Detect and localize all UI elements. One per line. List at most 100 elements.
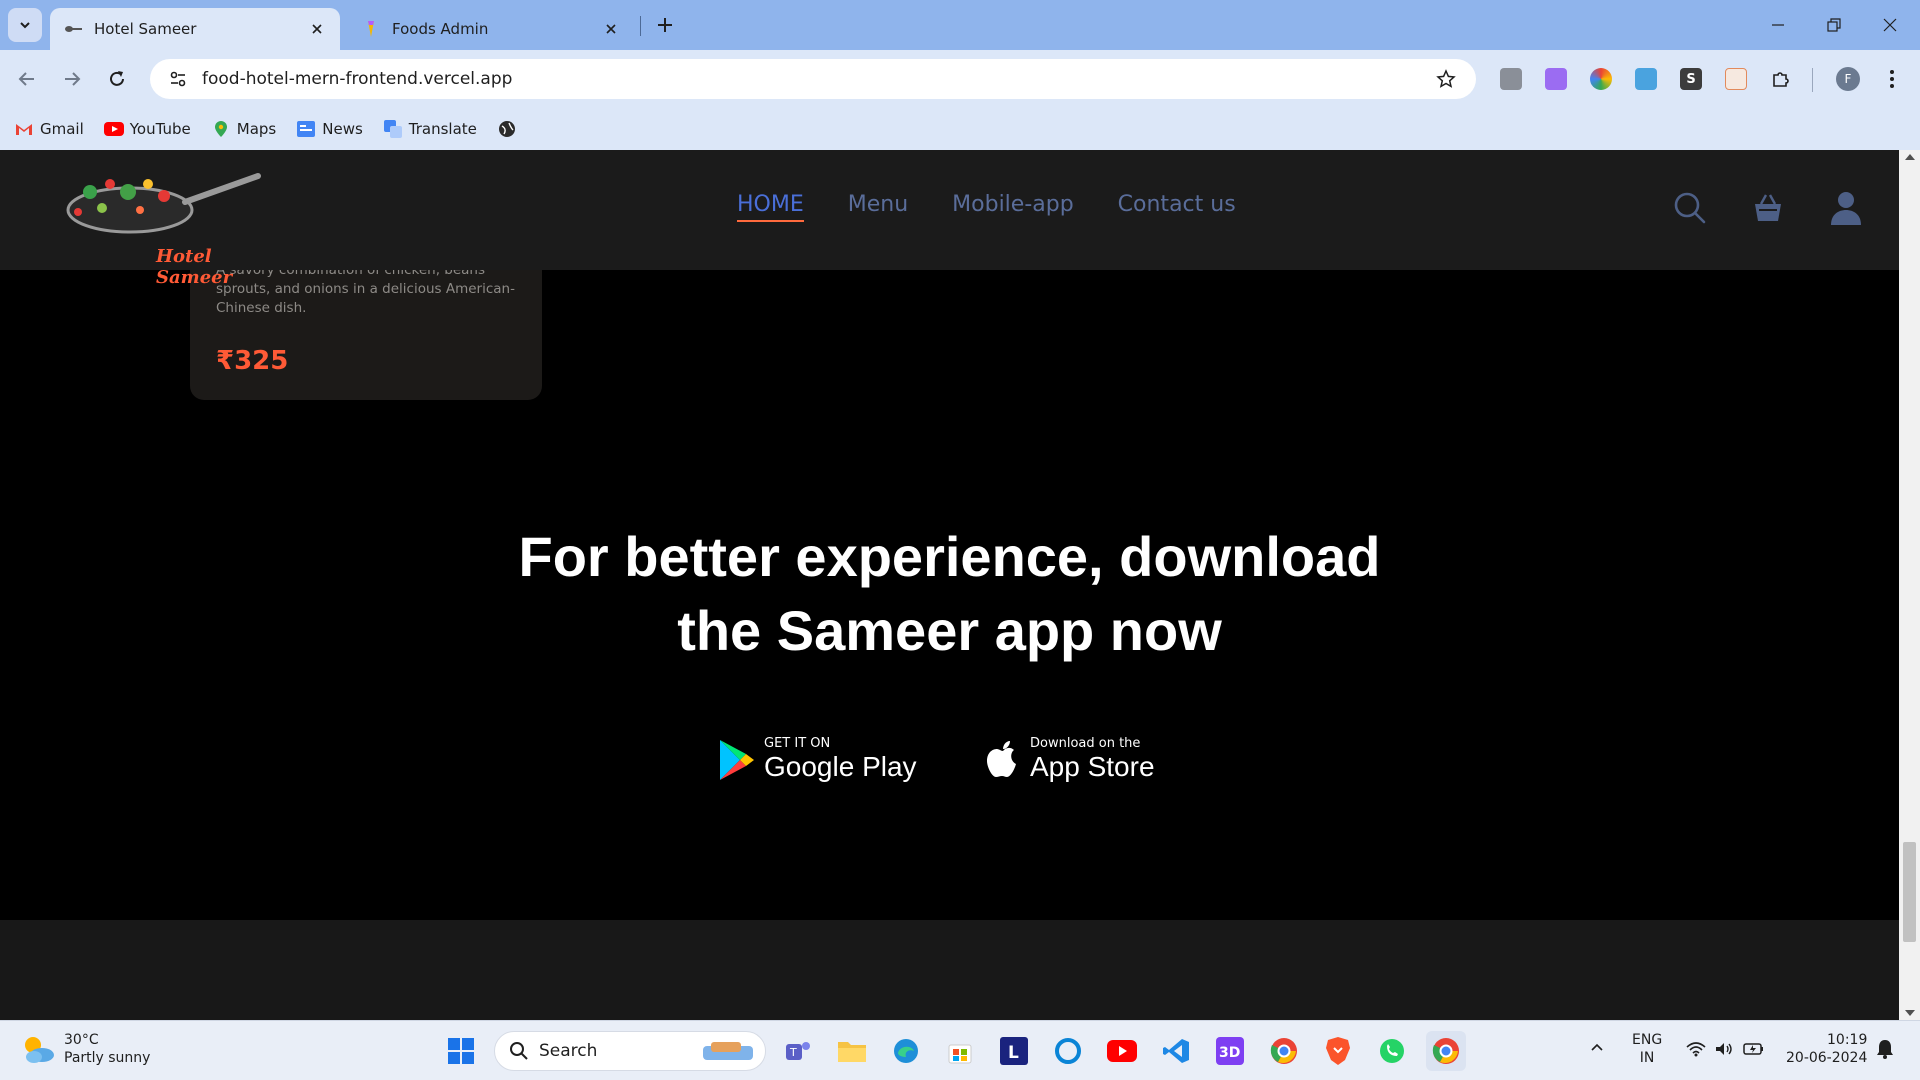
l-app-icon[interactable]: L xyxy=(994,1031,1034,1071)
scroll-up-arrow-icon[interactable] xyxy=(1905,154,1915,160)
extension-cloud-icon[interactable] xyxy=(1635,68,1657,90)
address-bar[interactable]: food-hotel-mern-frontend.vercel.app xyxy=(150,59,1476,99)
google-play-button[interactable]: GET IT ON Google Play xyxy=(718,730,917,790)
window-close-button[interactable] xyxy=(1862,0,1918,50)
chrome-active-window-icon[interactable] xyxy=(1426,1031,1466,1071)
tab-foods-admin[interactable]: Foods Admin xyxy=(348,8,634,50)
taskbar-search[interactable]: Search xyxy=(494,1031,766,1071)
site-info-icon[interactable] xyxy=(158,69,198,89)
main-nav: HOME Menu Mobile-app Contact us xyxy=(737,192,1280,222)
weather-desc: Partly sunny xyxy=(64,1050,151,1066)
search-highlight-icon xyxy=(703,1042,753,1060)
tab-search-button[interactable] xyxy=(8,8,42,42)
svg-text:3D: 3D xyxy=(1219,1045,1240,1061)
reload-button[interactable] xyxy=(100,62,134,96)
hotel-logo[interactable]: Hotel Sameer xyxy=(60,162,270,288)
extension-gradient-icon[interactable] xyxy=(1545,68,1567,90)
google-play-small-text: GET IT ON xyxy=(764,736,831,751)
bookmark-translate[interactable]: Translate xyxy=(383,119,477,139)
youtube-app-icon[interactable] xyxy=(1102,1031,1142,1071)
language-indicator[interactable]: ENG IN xyxy=(1632,1031,1662,1067)
restore-button[interactable] xyxy=(1806,0,1862,50)
forward-button[interactable] xyxy=(55,62,89,96)
system-status[interactable] xyxy=(1686,1041,1765,1062)
maps-pin-icon xyxy=(211,119,231,139)
scroll-thumb[interactable] xyxy=(1903,842,1916,942)
search-icon[interactable] xyxy=(1670,188,1710,228)
nav-mobile-app[interactable]: Mobile-app xyxy=(952,192,1074,222)
windows-logo-icon xyxy=(448,1038,474,1064)
url-text[interactable]: food-hotel-mern-frontend.vercel.app xyxy=(198,69,1426,89)
footer-section xyxy=(0,920,1899,1020)
food-price: ₹325 xyxy=(216,346,289,376)
site-header: Hotel Sameer HOME Menu Mobile-app Contac… xyxy=(0,150,1899,288)
chrome-icon[interactable] xyxy=(1264,1031,1304,1071)
extension-contacts-icon[interactable] xyxy=(1500,68,1522,90)
app-store-button[interactable]: Download on the App Store xyxy=(986,730,1155,790)
weather-widget[interactable]: 30°C Partly sunny xyxy=(20,1031,150,1067)
profile-avatar[interactable]: F xyxy=(1836,67,1860,91)
plus-icon xyxy=(658,18,672,32)
bookmark-news[interactable]: News xyxy=(296,119,363,139)
bookmark-youtube[interactable]: YouTube xyxy=(103,119,191,139)
nav-contact-us[interactable]: Contact us xyxy=(1118,192,1236,222)
headline-line-2: the Sameer app now xyxy=(677,599,1222,662)
google-play-icon xyxy=(720,740,754,780)
weather-temp: 30°C xyxy=(64,1032,99,1048)
close-icon[interactable] xyxy=(308,20,326,38)
edge-browser-icon[interactable] xyxy=(886,1031,926,1071)
app-store-big-text: App Store xyxy=(1030,751,1155,782)
clock[interactable]: 10:19 20-06-2024 xyxy=(1786,1031,1867,1067)
whatsapp-icon[interactable] xyxy=(1372,1031,1412,1071)
arrow-left-icon xyxy=(18,72,34,86)
spoon-favicon-icon xyxy=(64,20,82,38)
back-button[interactable] xyxy=(10,62,44,96)
user-profile-icon[interactable] xyxy=(1826,188,1866,228)
cortana-icon[interactable] xyxy=(1048,1031,1088,1071)
headline-line-1: For better experience, download xyxy=(518,525,1381,588)
nav-menu[interactable]: Menu xyxy=(848,192,908,222)
bookmarks-bar: Gmail YouTube Maps News Translate xyxy=(0,108,1920,150)
vscode-icon[interactable] xyxy=(1156,1031,1196,1071)
show-hidden-icons[interactable] xyxy=(1590,1039,1604,1057)
brave-browser-icon[interactable] xyxy=(1318,1031,1358,1071)
basket-icon[interactable] xyxy=(1748,188,1788,228)
bookmark-label: News xyxy=(322,120,363,138)
minimize-button[interactable] xyxy=(1750,0,1806,50)
svg-text:L: L xyxy=(1008,1043,1019,1063)
more-options-icon[interactable] xyxy=(1880,64,1904,94)
google-play-big-text: Google Play xyxy=(764,751,917,782)
extensions-puzzle-icon[interactable] xyxy=(1770,68,1792,90)
file-explorer-icon[interactable] xyxy=(832,1031,872,1071)
tab-hotel-sameer[interactable]: Hotel Sameer xyxy=(50,8,340,50)
page-scrollbar[interactable] xyxy=(1899,150,1920,1020)
extension-color-wheel-icon[interactable] xyxy=(1590,68,1612,90)
chevron-down-icon xyxy=(20,22,30,29)
extension-s-icon[interactable]: S xyxy=(1680,68,1702,90)
extension-note-icon[interactable] xyxy=(1725,68,1747,90)
bookmark-globe[interactable] xyxy=(497,119,523,139)
microsoft-store-icon[interactable] xyxy=(940,1031,980,1071)
new-tab-button[interactable] xyxy=(650,10,680,40)
apple-icon xyxy=(987,741,1016,777)
notification-bell-icon[interactable] xyxy=(1876,1039,1894,1064)
bookmark-label: Maps xyxy=(236,120,277,138)
search-icon xyxy=(510,1042,528,1060)
bookmark-star-icon[interactable] xyxy=(1426,69,1466,89)
bookmark-gmail[interactable]: Gmail xyxy=(14,119,84,139)
start-button[interactable] xyxy=(441,1031,481,1071)
bookmark-label: YouTube xyxy=(129,120,191,138)
close-icon[interactable] xyxy=(602,20,620,38)
bookmark-maps[interactable]: Maps xyxy=(211,119,276,139)
pencil-favicon-icon xyxy=(362,20,380,38)
3d-viewer-icon[interactable]: 3D xyxy=(1210,1031,1250,1071)
frying-pan-logo-icon xyxy=(66,173,261,234)
arrow-right-icon xyxy=(65,72,81,86)
tab-title: Foods Admin xyxy=(392,20,489,38)
teams-app-icon[interactable]: T xyxy=(778,1031,818,1071)
gmail-icon xyxy=(14,119,34,139)
translate-icon xyxy=(383,119,403,139)
wifi-icon xyxy=(1686,1042,1706,1057)
nav-home[interactable]: HOME xyxy=(737,192,804,222)
scroll-down-arrow-icon[interactable] xyxy=(1905,1010,1915,1016)
